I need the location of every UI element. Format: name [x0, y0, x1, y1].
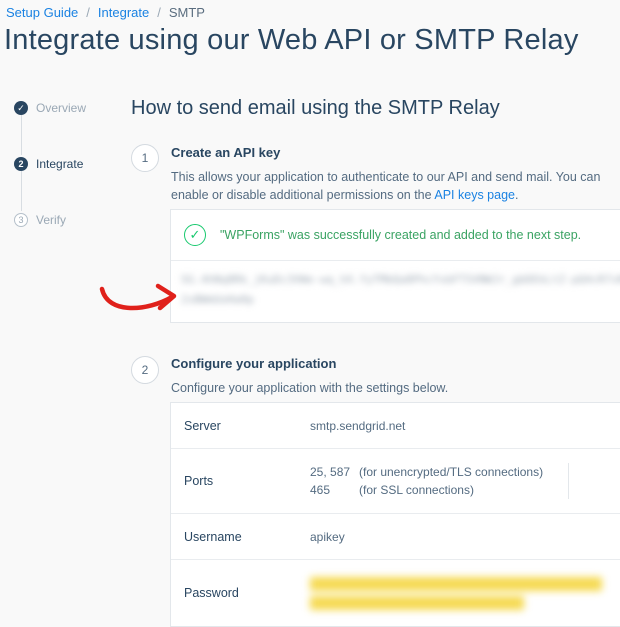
server-value[interactable]: smtp.sendgrid.net	[310, 403, 405, 448]
api-keys-page-link[interactable]: API keys page	[434, 188, 515, 202]
step-overview[interactable]: ✓ Overview	[14, 98, 86, 118]
password-label: Password	[184, 586, 239, 600]
configure-application-description: Configure your application with the sett…	[171, 381, 449, 395]
step-number: 3	[14, 213, 28, 227]
smtp-settings-table: Server smtp.sendgrid.net Ports 25, 587 (…	[170, 402, 620, 627]
step-number: 2	[14, 157, 28, 171]
success-message: ✓ "WPForms" was successfully created and…	[171, 210, 620, 261]
port-tls[interactable]: 25, 587	[310, 465, 359, 479]
page-title: Integrate using our Web API or SMTP Rela…	[4, 24, 579, 56]
password-value[interactable]	[310, 560, 602, 626]
stepper-line	[20, 171, 22, 211]
step-verify[interactable]: 3 Verify	[14, 210, 86, 230]
ports-value: 25, 587 (for unencrypted/TLS connections…	[310, 449, 543, 513]
ports-label: Ports	[184, 474, 214, 488]
api-key-box: ✓ "WPForms" was successfully created and…	[170, 209, 620, 323]
checkmark-icon: ✓	[14, 101, 28, 115]
table-row-username: Username apikey	[171, 514, 620, 560]
port-ssl-note: (for SSL connections)	[359, 483, 474, 497]
redacted-password	[310, 572, 602, 615]
port-tls-note: (for unencrypted/TLS connections)	[359, 465, 544, 479]
description-text: This allows your application to authenti…	[171, 170, 601, 202]
api-key-value[interactable]: SG.4hNq8Rk_jKuDc3VWe-wq_hX.YyTMbQa8PhcYx…	[181, 270, 620, 310]
section-title: How to send email using the SMTP Relay	[131, 97, 500, 119]
description-text: .	[514, 188, 519, 202]
username-label: Username	[184, 529, 242, 544]
step-1-number: 1	[131, 144, 159, 172]
step-2-number: 2	[131, 356, 159, 384]
stepper-line	[20, 115, 22, 155]
create-api-key-heading: Create an API key	[171, 145, 281, 160]
breadcrumb-separator: /	[157, 5, 161, 20]
ports-divider	[568, 463, 569, 499]
breadcrumb-separator: /	[86, 5, 90, 20]
step-label: Integrate	[36, 157, 84, 171]
table-row-ports: Ports 25, 587 (for unencrypted/TLS conne…	[171, 449, 620, 514]
create-api-key-description: This allows your application to authenti…	[171, 168, 617, 204]
breadcrumb-setup-guide[interactable]: Setup Guide	[6, 5, 78, 20]
breadcrumb-current: SMTP	[168, 5, 205, 20]
configure-application-heading: Configure your application	[171, 356, 337, 371]
step-integrate[interactable]: 2 Integrate	[14, 154, 86, 174]
server-label: Server	[184, 418, 221, 433]
red-arrow-annotation-icon	[99, 283, 177, 311]
breadcrumb: Setup Guide / Integrate / SMTP	[6, 5, 205, 20]
port-ssl[interactable]: 465	[310, 483, 359, 497]
step-label: Verify	[36, 213, 67, 227]
username-value[interactable]: apikey	[310, 514, 345, 559]
step-label: Overview	[36, 101, 87, 115]
breadcrumb-integrate[interactable]: Integrate	[98, 5, 149, 20]
stepper: ✓ Overview 2 Integrate 3 Verify	[14, 98, 86, 266]
success-text: "WPForms" was successfully created and a…	[220, 228, 582, 242]
table-row-password: Password	[171, 560, 620, 626]
table-row-server: Server smtp.sendgrid.net	[171, 403, 620, 449]
check-circle-icon: ✓	[184, 224, 206, 246]
